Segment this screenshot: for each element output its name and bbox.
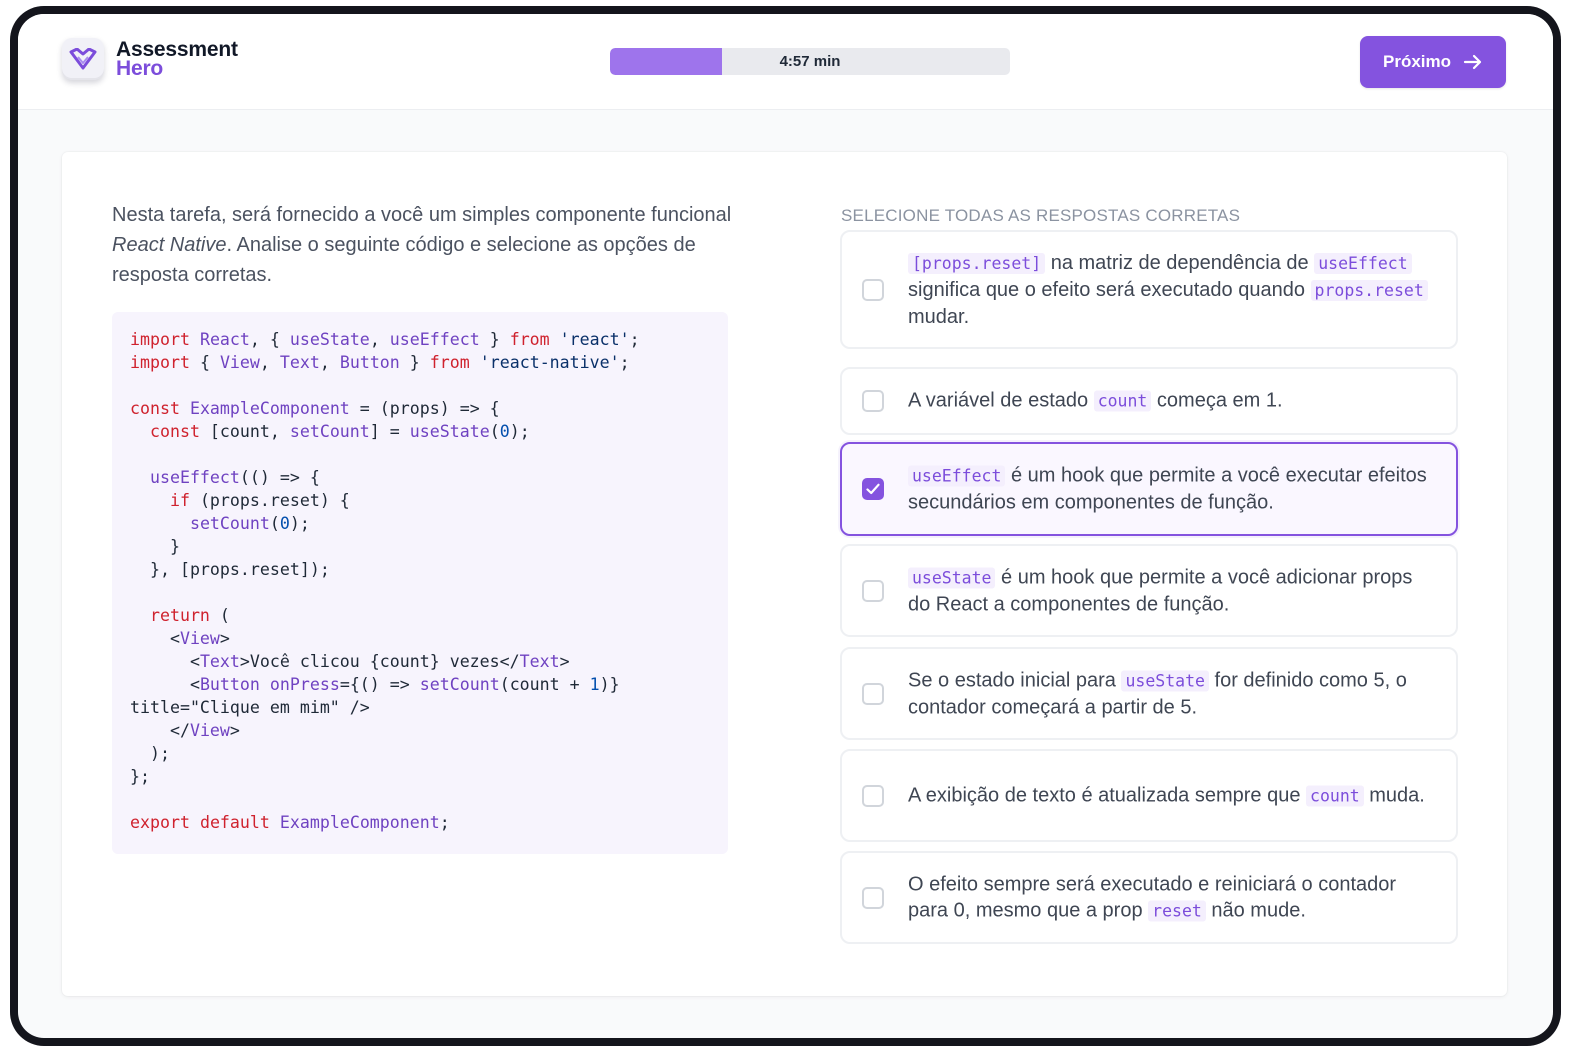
device-frame: Assessment Hero 4:57 min Próximo Nesta t… [10, 6, 1561, 1046]
question-card: Nesta tarefa, será fornecido a você um s… [62, 152, 1507, 996]
option-text-segment: começa em 1. [1151, 389, 1283, 412]
checkmark-icon [866, 483, 880, 495]
code-line: }; [130, 767, 150, 786]
code-line: </View> [130, 721, 240, 740]
inline-code: useState [1121, 670, 1209, 691]
code-line: setCount(0); [189, 514, 310, 533]
option-text-segment: A variável de estado [908, 389, 1094, 412]
code-line: if (props.reset) { [169, 491, 350, 510]
checkbox[interactable] [862, 682, 884, 705]
answer-option-dependency-array[interactable]: [props.reset] na matriz de dependência d… [840, 230, 1458, 349]
logo-wordmark-line2: Hero [116, 57, 164, 80]
option-text-segment: A exibição de texto é atualizada sempre … [908, 784, 1307, 806]
answer-option-text-update[interactable]: A exibição de texto é atualizada sempre … [840, 749, 1458, 842]
code-line: title="Clique em mim" /> [130, 698, 370, 717]
answer-option-initial-five[interactable]: Se o estado inicial para useState for de… [840, 647, 1458, 740]
inline-code: count [1093, 390, 1152, 412]
code-line: <View> [130, 629, 230, 648]
code-line: <Text>Você clicou {count} vezes</Text> [130, 652, 570, 671]
checkbox[interactable] [862, 886, 884, 909]
app-screen: Assessment Hero 4:57 min Próximo Nesta t… [18, 14, 1553, 1038]
option-text-segment: na matriz de dependência de [1045, 251, 1315, 274]
answer-option-text: A variável de estado count começa em 1. [908, 388, 1440, 415]
inline-code: [props.reset] [908, 252, 1046, 274]
answer-option-text: useEffect é um hook que permite a você e… [908, 463, 1440, 516]
timer-label: 4:57 min [779, 53, 841, 70]
code-line: import { View, Text, Button } from 'reac… [130, 353, 630, 372]
answer-option-text: useState é um hook que permite a você ad… [908, 564, 1440, 617]
checkbox[interactable] [862, 390, 884, 412]
option-text-segment: não mude. [1205, 899, 1306, 921]
code-line: return ( [149, 606, 230, 625]
code-block: import React, { useState, useEffect } fr… [112, 312, 728, 854]
inline-code: useEffect [908, 465, 1006, 487]
inline-code: count [1306, 785, 1364, 806]
next-button-label: Próximo [1382, 52, 1452, 71]
code-line: import React, { useState, useEffect } fr… [130, 330, 640, 349]
inline-code: useEffect [1314, 252, 1412, 274]
top-bar: Assessment Hero 4:57 min Próximo [18, 14, 1553, 110]
arrow-right-icon [1463, 54, 1482, 70]
answers-heading: SELECIONE TODAS AS RESPOSTAS CORRETAS [841, 206, 1241, 225]
answer-option-text: O efeito sempre será executado e reinici… [908, 871, 1440, 924]
answer-option-text: Se o estado inicial para useState for de… [908, 667, 1440, 720]
checkbox[interactable] [862, 278, 884, 301]
checkbox[interactable] [862, 579, 884, 602]
next-button[interactable]: Próximo [1360, 36, 1506, 88]
option-text-segment: significa que o efeito será executado qu… [908, 278, 1311, 301]
checkbox[interactable] [862, 784, 884, 807]
inline-code: props.reset [1310, 279, 1428, 301]
code-line: <Button onPress={() => setCount(count + … [130, 675, 620, 694]
app-logo: Assessment Hero [62, 38, 238, 80]
inline-code: useState [908, 567, 996, 588]
answer-option-initial-count[interactable]: A variável de estado count começa em 1. [840, 367, 1458, 435]
answer-option-text: A exibição de texto é atualizada sempre … [908, 782, 1440, 809]
prompt-emphasis: React Native [112, 234, 227, 256]
answer-option-useeffect-hook[interactable]: useEffect é um hook que permite a você e… [840, 442, 1458, 536]
answer-option-text: [props.reset] na matriz de dependência d… [908, 250, 1440, 330]
timer-progress-bar: 4:57 min [610, 48, 1010, 75]
code-line: export default ExampleComponent; [130, 813, 450, 832]
answer-option-always-reset[interactable]: O efeito sempre será executado e reinici… [840, 851, 1458, 944]
inline-code: reset [1148, 900, 1206, 921]
question-prompt: Nesta tarefa, será fornecido a você um s… [112, 200, 752, 290]
code-line: ); [130, 744, 170, 763]
code-line: } [130, 537, 180, 556]
code-line: const ExampleComponent = (props) => { [130, 399, 500, 418]
code-line: useEffect(() => { [149, 468, 320, 487]
checkbox-checked[interactable] [862, 478, 884, 500]
prompt-text-part1: Nesta tarefa, será fornecido a você um s… [112, 204, 732, 226]
option-text-segment: muda. [1363, 784, 1425, 806]
logo-heart-icon [62, 38, 104, 80]
option-text-segment: mudar. [908, 305, 970, 328]
answer-option-usestate-hook[interactable]: useState é um hook que permite a você ad… [840, 544, 1458, 637]
option-text-segment: Se o estado inicial para [908, 669, 1122, 691]
code-line: const [count, setCount] = useState(0); [149, 422, 530, 441]
code-line: }, [props.reset]); [130, 560, 330, 579]
